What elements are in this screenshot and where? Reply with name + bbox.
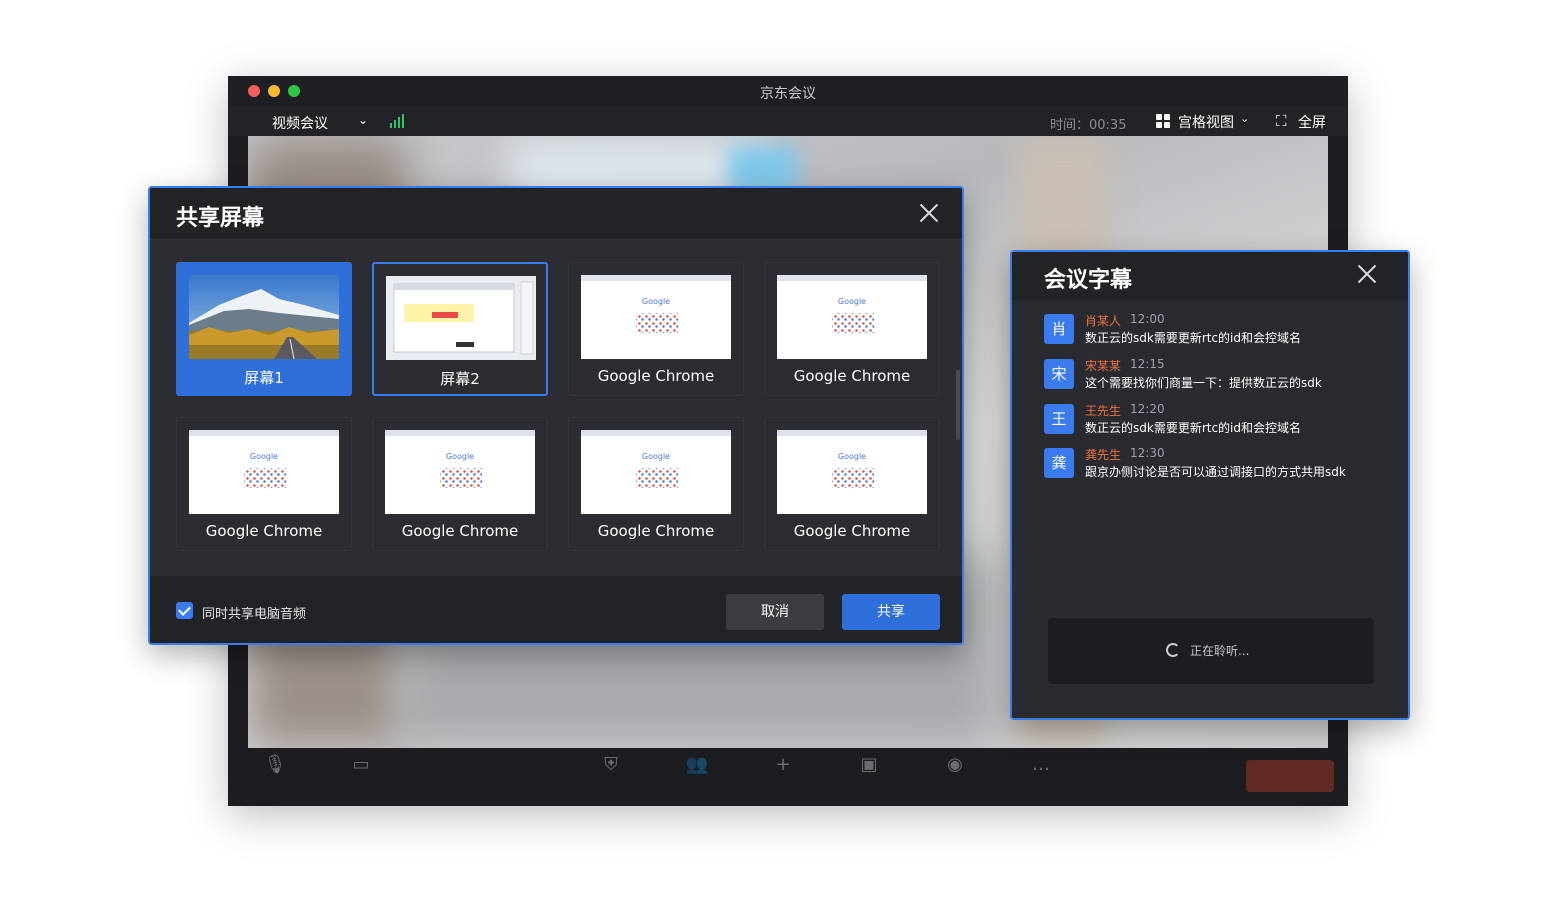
fullscreen-icon: ⛶ (1276, 112, 1287, 130)
chrome-thumbnail: Google (385, 430, 535, 514)
chrome-thumbnail: Google (581, 430, 731, 514)
signal-strength-icon (390, 114, 404, 128)
share-tile-chrome[interactable]: Google Google Chrome (568, 262, 744, 396)
cancel-button[interactable]: 取消 (726, 594, 824, 630)
caption-message: 龚 龚先生 12:30 跟京办侧讨论是否可以通过调接口的方式共用sdk (1044, 446, 1384, 486)
listening-text: 正在聆听... (1190, 644, 1250, 658)
speaker-name: 肖某人 (1085, 314, 1122, 328)
chrome-thumbnail: Google (189, 430, 339, 514)
caption-panel-header: 会议字幕 (1012, 252, 1408, 300)
participants-icon: 👥 (685, 754, 709, 775)
caption-message: 宋 宋某某 12:15 这个需要找你们商量一下：提供数正云的sdk (1044, 357, 1384, 397)
grid-icon (1156, 114, 1171, 129)
share-dialog-header: 共享屏幕 (150, 188, 962, 240)
more-button[interactable]: … (1006, 754, 1076, 776)
caption-panel-title: 会议字幕 (1044, 268, 1133, 293)
message-time: 12:00 (1130, 312, 1165, 326)
avatar: 宋 (1044, 359, 1074, 389)
shield-icon: ⛨ (604, 754, 618, 775)
chevron-down-icon[interactable]: ⌄ (358, 113, 368, 127)
record-button[interactable]: ◉ (920, 754, 990, 776)
more-icon: … (1032, 754, 1050, 775)
share-tile-chrome[interactable]: Google Google Chrome (764, 262, 940, 396)
leave-button[interactable] (1246, 760, 1334, 792)
meeting-timer: 时间：00:35 (1050, 118, 1127, 133)
message-time: 12:15 (1130, 357, 1165, 371)
tile-label: Google Chrome (401, 522, 519, 540)
share-icon: ▣ (860, 754, 878, 775)
listening-status: 正在聆听... (1048, 618, 1374, 684)
speaker-name: 王先生 (1085, 404, 1122, 418)
share-tile-chrome[interactable]: Google Google Chrome (372, 417, 548, 551)
share-audio-checkbox[interactable] (176, 602, 193, 619)
share-tile-chrome[interactable]: Google Google Chrome (764, 417, 940, 551)
share-button[interactable]: 共享 (842, 594, 940, 630)
speaker-name: 宋某某 (1085, 359, 1122, 373)
mute-button[interactable]: 🎙 (240, 754, 310, 776)
caption-text: 数正云的sdk需要更新rtc的id和会控域名 (1085, 421, 1302, 435)
window-title: 京东会议 (760, 86, 816, 102)
tile-label: Google Chrome (597, 367, 715, 385)
grid-view-label: 宫格视图 (1178, 115, 1234, 131)
share-tile-chrome[interactable]: Google Google Chrome (176, 417, 352, 551)
message-time: 12:30 (1130, 446, 1165, 460)
caption-text: 这个需要找你们商量一下：提供数正云的sdk (1085, 376, 1322, 390)
caption-text: 数正云的sdk需要更新rtc的id和会控域名 (1085, 331, 1302, 345)
share-dialog-title: 共享屏幕 (176, 206, 265, 231)
chevron-down-icon: ⌄ (1240, 112, 1250, 125)
tile-label: 屏幕2 (440, 370, 480, 388)
screen-thumbnail (386, 276, 536, 360)
caption-text: 跟京办侧讨论是否可以通过调接口的方式共用sdk (1085, 465, 1346, 479)
meeting-toolbar: 视频会议 ⌄ 时间：00:35 宫格视图 ⌄ ⛶ 全屏 (228, 106, 1348, 136)
meeting-type-selector[interactable]: 视频会议 (272, 113, 328, 133)
speaker-name: 龚先生 (1085, 448, 1122, 462)
close-icon[interactable] (1356, 263, 1378, 285)
scrollbar[interactable] (956, 370, 960, 440)
chrome-thumbnail: Google (777, 275, 927, 359)
title-bar: 京东会议 (228, 76, 1348, 106)
participants-button[interactable]: 👥 (662, 754, 732, 776)
caption-message: 王 王先生 12:20 数正云的sdk需要更新rtc的id和会控域名 (1044, 402, 1384, 442)
chrome-thumbnail: Google (777, 430, 927, 514)
share-tile-screen-2[interactable]: 屏幕2 (372, 262, 548, 396)
share-tile-screen-1[interactable]: 屏幕1 (176, 262, 352, 396)
tile-label: Google Chrome (205, 522, 323, 540)
avatar: 龚 (1044, 448, 1074, 478)
record-icon: ◉ (947, 754, 963, 775)
avatar: 肖 (1044, 314, 1074, 344)
landscape-thumbnail (189, 275, 339, 359)
meeting-controls-bar: 🎙 ▭ ⛨ 👥 + ▣ ◉ … (228, 748, 1348, 806)
camera-icon: ▭ (352, 754, 370, 775)
avatar: 王 (1044, 404, 1074, 434)
tile-label: Google Chrome (793, 522, 911, 540)
chrome-thumbnail: Google (581, 275, 731, 359)
tile-label: 屏幕1 (244, 369, 284, 387)
tile-label: Google Chrome (793, 367, 911, 385)
share-audio-label[interactable]: 同时共享电脑音频 (202, 603, 306, 622)
share-tile-chrome[interactable]: Google Google Chrome (568, 417, 744, 551)
microphone-icon: 🎙 (263, 754, 287, 775)
fullscreen-label: 全屏 (1298, 115, 1326, 131)
invite-button[interactable]: + (748, 754, 818, 776)
caption-panel: 会议字幕 肖 肖某人 12:00 数正云的sdk需要更新rtc的id和会控域名 … (1010, 250, 1410, 720)
share-screen-button[interactable]: ▣ (834, 754, 904, 776)
share-screen-dialog: 共享屏幕 屏幕1 屏幕2 Google Google Chrome Google… (148, 186, 964, 645)
close-icon[interactable] (918, 202, 940, 224)
share-dialog-footer: 同时共享电脑音频 取消 共享 (150, 576, 962, 643)
video-button[interactable]: ▭ (326, 754, 396, 776)
security-button[interactable]: ⛨ (576, 754, 646, 776)
caption-message: 肖 肖某人 12:00 数正云的sdk需要更新rtc的id和会控域名 (1044, 312, 1384, 352)
tile-label: Google Chrome (597, 522, 715, 540)
message-time: 12:20 (1130, 402, 1165, 416)
loading-spinner-icon (1166, 643, 1180, 657)
add-user-icon: + (775, 754, 791, 775)
share-source-grid: 屏幕1 屏幕2 Google Google Chrome Google Goog… (150, 240, 962, 576)
